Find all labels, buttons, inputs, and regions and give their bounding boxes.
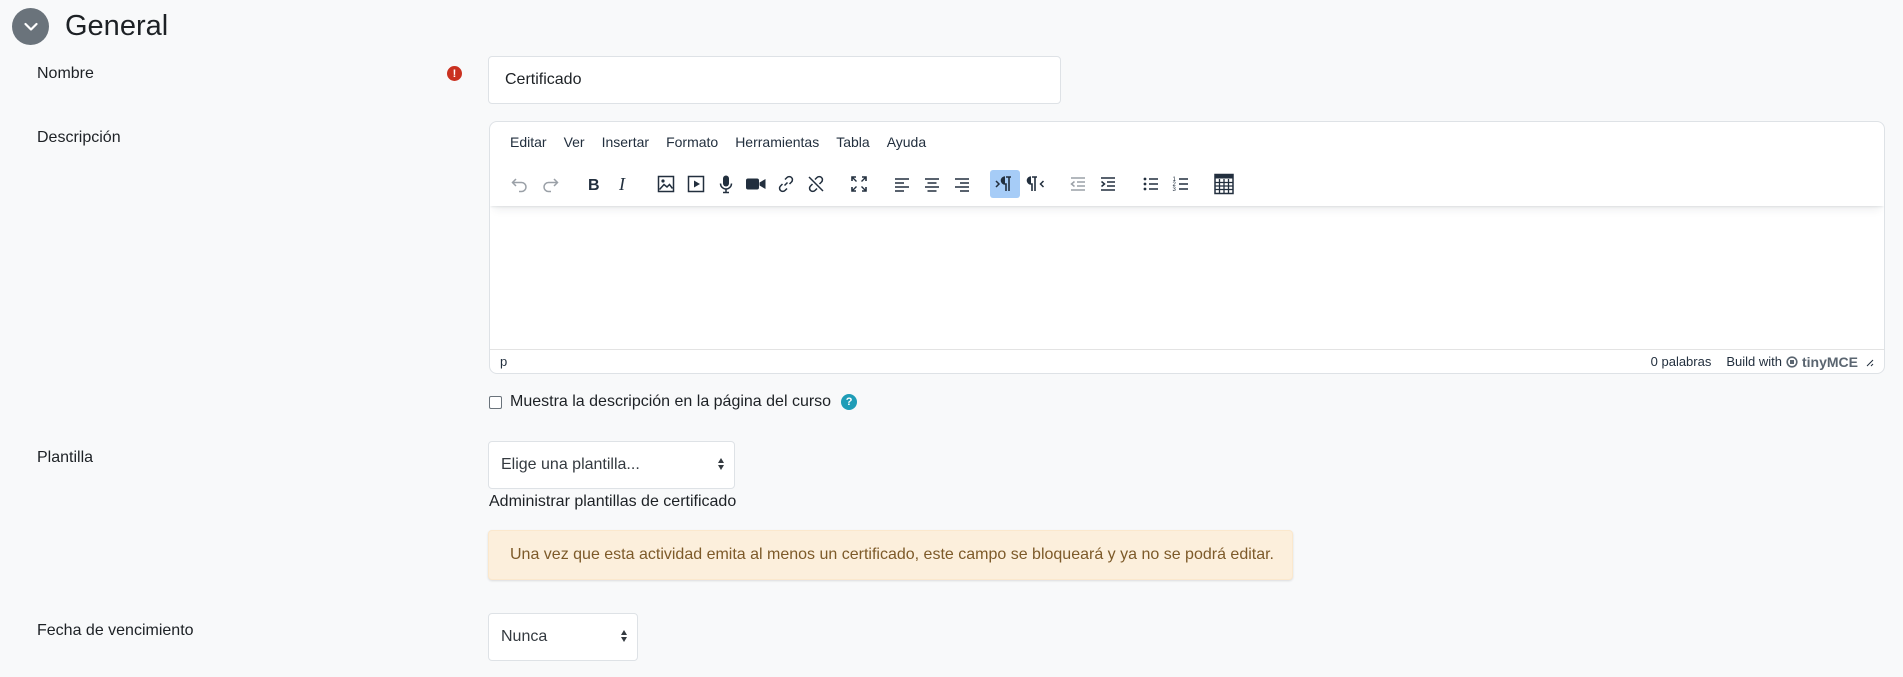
vencimiento-selected-value: Nunca — [501, 628, 548, 645]
help-icon[interactable]: ? — [841, 394, 858, 410]
plantilla-label: Plantilla — [37, 449, 94, 466]
element-path[interactable]: p — [500, 354, 1651, 369]
left-to-right-icon — [995, 176, 1011, 191]
menu-tabla[interactable]: Tabla — [836, 134, 869, 150]
show-description-label[interactable]: Muestra la descripción en la página del … — [510, 393, 831, 411]
select-arrows-icon — [621, 630, 627, 642]
link-button[interactable] — [771, 170, 801, 198]
menu-formato[interactable]: Formato — [666, 134, 718, 150]
outdent-icon — [1070, 177, 1085, 191]
bullet-list-icon — [1143, 177, 1158, 191]
editor-menubar: Editar Ver Insertar Formato Herramientas… — [490, 122, 1884, 162]
calculator-button[interactable] — [1209, 170, 1239, 198]
fullscreen-icon — [851, 176, 867, 192]
record-video-button[interactable] — [741, 170, 771, 198]
branding-prefix: Build with — [1726, 354, 1782, 369]
menu-editar[interactable]: Editar — [510, 134, 547, 150]
record-audio-button[interactable] — [711, 170, 741, 198]
tinymce-logo-icon — [1786, 355, 1798, 368]
svg-text:3: 3 — [1173, 187, 1177, 193]
editor-toolbar: B I 1 2 3 — [490, 162, 1884, 206]
menu-herramientas[interactable]: Herramientas — [735, 134, 819, 150]
rtl-button[interactable] — [1020, 170, 1050, 198]
media-icon — [687, 175, 705, 193]
ltr-button[interactable] — [990, 170, 1020, 198]
branding-logo: tinyMCE — [1802, 353, 1858, 370]
align-left-button[interactable] — [887, 170, 917, 198]
manage-templates-link[interactable]: Administrar plantillas de certificado — [489, 493, 736, 511]
image-icon — [657, 175, 675, 193]
bullet-list-button[interactable] — [1136, 170, 1166, 198]
link-icon — [778, 175, 794, 193]
section-header: General — [12, 8, 168, 45]
editor-branding[interactable]: Build with tinyMCE — [1726, 354, 1858, 370]
svg-text:I: I — [618, 174, 626, 194]
undo-icon — [511, 178, 527, 193]
nombre-input[interactable] — [488, 56, 1061, 104]
section-title: General — [65, 10, 169, 42]
chevron-down-icon — [23, 22, 38, 31]
menu-ver[interactable]: Ver — [564, 134, 585, 150]
numbered-list-icon: 123 — [1173, 177, 1188, 193]
outdent-button[interactable] — [1063, 170, 1093, 198]
calculator-icon — [1214, 173, 1234, 195]
show-description-checkbox[interactable] — [489, 395, 502, 409]
warning-alert: Una vez que esta actividad emita al meno… — [488, 530, 1293, 580]
descripcion-label: Descripción — [37, 129, 121, 146]
indent-button[interactable] — [1093, 170, 1123, 198]
vencimiento-label: Fecha de vencimiento — [37, 622, 194, 639]
show-description-row: Muestra la descripción en la página del … — [489, 393, 858, 411]
editor-statusbar: p 0 palabras Build with tinyMCE — [490, 349, 1884, 373]
svg-text:B: B — [588, 177, 600, 194]
unlink-icon — [808, 175, 824, 193]
resize-handle-icon[interactable] — [1864, 357, 1874, 367]
required-icon: ! — [447, 66, 462, 81]
align-left-icon — [895, 178, 909, 192]
video-camera-icon — [746, 178, 766, 190]
align-center-icon — [925, 178, 939, 192]
align-center-button[interactable] — [917, 170, 947, 198]
undo-button[interactable] — [505, 170, 535, 198]
plantilla-selected-value: Elige una plantilla... — [501, 456, 640, 473]
nombre-label: Nombre — [37, 65, 94, 82]
insert-image-button[interactable] — [651, 170, 681, 198]
collapse-section-button[interactable] — [12, 8, 49, 45]
word-count[interactable]: 0 palabras — [1651, 354, 1712, 369]
numbered-list-button[interactable]: 123 — [1166, 170, 1196, 198]
microphone-icon — [719, 175, 733, 194]
editor-content-area[interactable] — [490, 206, 1884, 344]
plantilla-select[interactable]: Elige una plantilla... — [488, 441, 735, 489]
align-right-button[interactable] — [947, 170, 977, 198]
italic-button[interactable]: I — [608, 170, 638, 198]
align-right-icon — [955, 178, 969, 192]
vencimiento-select[interactable]: Nunca — [488, 613, 638, 661]
select-arrows-icon — [718, 458, 724, 470]
redo-button[interactable] — [535, 170, 565, 198]
indent-icon — [1101, 177, 1115, 191]
bold-button[interactable]: B — [578, 170, 608, 198]
warning-alert-text: Una vez que esta actividad emita al meno… — [510, 546, 1274, 563]
menu-ayuda[interactable]: Ayuda — [887, 134, 926, 150]
insert-media-button[interactable] — [681, 170, 711, 198]
unlink-button[interactable] — [801, 170, 831, 198]
fullscreen-button[interactable] — [844, 170, 874, 198]
bold-icon: B — [588, 177, 600, 194]
redo-icon — [543, 178, 559, 193]
rich-text-editor: Editar Ver Insertar Formato Herramientas… — [489, 121, 1885, 374]
menu-insertar[interactable]: Insertar — [602, 134, 649, 150]
right-to-left-icon — [1026, 176, 1045, 191]
italic-icon: I — [618, 174, 626, 194]
